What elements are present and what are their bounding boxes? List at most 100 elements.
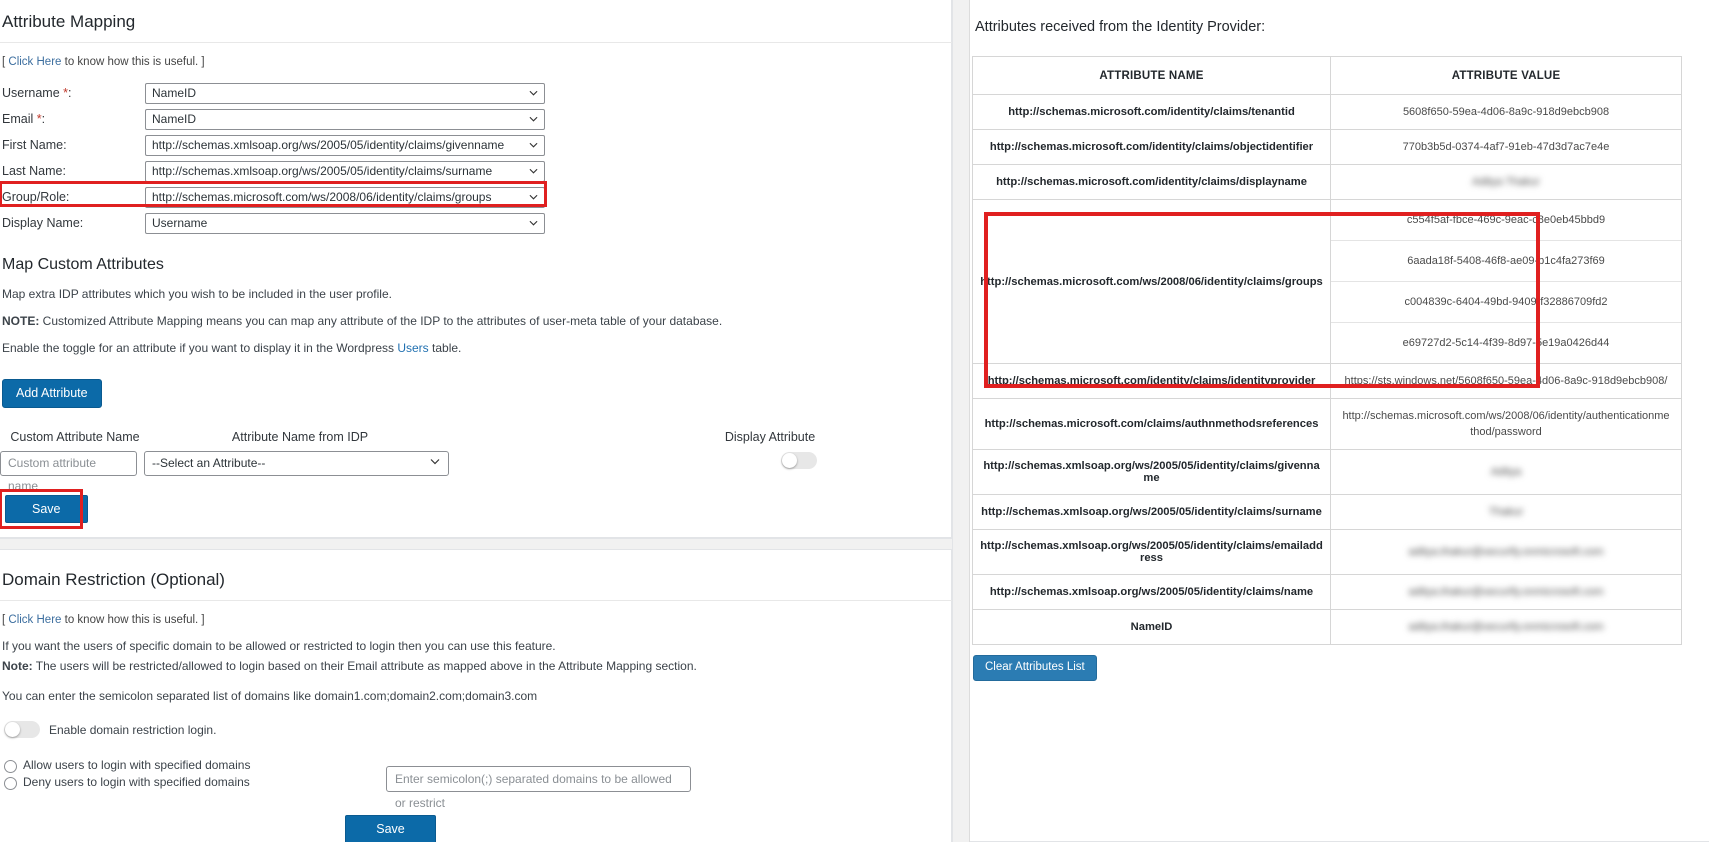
map-custom-attributes-title: Map Custom Attributes bbox=[2, 256, 164, 273]
display-attribute-toggle-wrap bbox=[781, 452, 817, 474]
label-first-name: First Name: bbox=[2, 138, 67, 152]
attribute-name-cell: http://schemas.microsoft.com/identity/cl… bbox=[972, 129, 1331, 165]
header-attribute-name-from-idp: Attribute Name from IDP bbox=[231, 429, 369, 444]
select-last-name-attribute[interactable]: http://schemas.xmlsoap.org/ws/2005/05/id… bbox=[145, 160, 545, 182]
label-email: Email *: bbox=[2, 112, 145, 126]
select-username-value: NameID bbox=[152, 85, 197, 100]
domain-restriction-help: [ Click Here to know how this is useful.… bbox=[0, 601, 951, 626]
domain-help-suffix: to know how this is useful. ] bbox=[61, 614, 205, 626]
attribute-name-cell: http://schemas.xmlsoap.org/ws/2005/05/id… bbox=[972, 529, 1331, 575]
select-idp-attribute-value: --Select an Attribute-- bbox=[152, 455, 266, 470]
chevron-down-icon bbox=[529, 219, 538, 228]
label-username: Username *: bbox=[2, 86, 145, 100]
attribute-mapping-save-button[interactable]: Save bbox=[5, 494, 88, 523]
domain-click-here-link[interactable]: Click Here bbox=[8, 614, 61, 626]
domain-restriction-title: Domain Restriction (Optional) bbox=[2, 570, 225, 589]
clear-attributes-list-button[interactable]: Clear Attributes List bbox=[973, 655, 1097, 681]
attribute-mapping-form: Username *: NameID Email *: NameID First… bbox=[0, 80, 951, 236]
radio-row-deny[interactable]: Deny users to login with specified domai… bbox=[0, 775, 380, 790]
radio-allow-domains[interactable] bbox=[4, 760, 17, 773]
form-row-username: Username *: NameID bbox=[0, 80, 951, 106]
domains-input[interactable]: Enter semicolon(;) separated domains to … bbox=[386, 766, 691, 810]
attribute-name-cell: http://schemas.microsoft.com/ws/2008/06/… bbox=[972, 199, 1331, 364]
chevron-down-icon bbox=[529, 89, 538, 98]
enable-domain-restriction-row: Enable domain restriction login. bbox=[4, 721, 951, 738]
toggle-knob bbox=[782, 453, 797, 468]
form-row-last-name: Last Name: http://schemas.xmlsoap.org/ws… bbox=[0, 158, 951, 184]
chevron-down-icon bbox=[529, 193, 538, 202]
attribute-name-cell: http://schemas.microsoft.com/identity/cl… bbox=[972, 164, 1331, 200]
domain-restriction-line1: If you want the users of specific domain… bbox=[2, 639, 556, 653]
select-username-attribute[interactable]: NameID bbox=[145, 82, 545, 104]
radio-deny-domains[interactable] bbox=[4, 777, 17, 790]
attribute-value-cell: Aditya Thakur bbox=[1330, 164, 1682, 200]
custom-attribute-table-header: Custom Attribute Name Attribute Name fro… bbox=[0, 430, 951, 444]
add-attribute-button[interactable]: Add Attribute bbox=[2, 379, 102, 408]
wordpress-users-link[interactable]: Users bbox=[397, 341, 428, 355]
select-display-name-value: Username bbox=[152, 215, 208, 230]
enable-domain-restriction-label: Enable domain restriction login. bbox=[49, 722, 217, 737]
label-last-name: Last Name: bbox=[2, 164, 66, 178]
enable-domain-restriction-toggle[interactable] bbox=[4, 721, 40, 738]
label-username-text: Username bbox=[2, 86, 60, 100]
idp-attributes-heading: Attributes received from the Identity Pr… bbox=[975, 19, 1266, 35]
select-email-attribute[interactable]: NameID bbox=[145, 108, 545, 130]
attribute-mapping-save-wrap: Save bbox=[0, 488, 88, 529]
map-custom-note: NOTE: Customized Attribute Mapping means… bbox=[2, 314, 951, 328]
column-header-attribute-name: ATTRIBUTE NAME bbox=[972, 56, 1331, 95]
settings-left-pane: Attribute Mapping [ Click Here to know h… bbox=[0, 0, 952, 842]
display-attribute-toggle[interactable] bbox=[781, 452, 817, 469]
table-row: http://schemas.microsoft.com/identity/cl… bbox=[972, 164, 1682, 200]
table-row: http://schemas.microsoft.com/identity/cl… bbox=[972, 129, 1682, 165]
select-email-value: NameID bbox=[152, 111, 197, 126]
attribute-name-cell: NameID bbox=[972, 609, 1331, 645]
table-header-row: ATTRIBUTE NAME ATTRIBUTE VALUE bbox=[972, 56, 1682, 95]
table-row: http://schemas.microsoft.com/identity/cl… bbox=[972, 94, 1682, 130]
chevron-down-icon bbox=[529, 167, 538, 176]
label-display-name: Display Name: bbox=[2, 216, 84, 230]
chevron-down-icon bbox=[430, 452, 440, 475]
select-last-name-value: http://schemas.xmlsoap.org/ws/2005/05/id… bbox=[152, 163, 493, 178]
domain-restriction-save-button[interactable]: Save bbox=[345, 815, 436, 842]
attribute-value-cell: aditya.thakur@xecurify.onmicrosoft.com bbox=[1330, 529, 1682, 575]
column-header-attribute-value: ATTRIBUTE VALUE bbox=[1330, 56, 1682, 95]
table-row-groups: http://schemas.microsoft.com/ws/2008/06/… bbox=[972, 199, 1682, 364]
section-gap bbox=[0, 538, 952, 550]
label-email-colon: : bbox=[41, 112, 46, 126]
custom-attribute-name-input[interactable]: Custom attribute name bbox=[0, 450, 137, 493]
table-row: http://schemas.microsoft.com/identity/cl… bbox=[972, 363, 1682, 399]
select-first-name-attribute[interactable]: http://schemas.xmlsoap.org/ws/2005/05/id… bbox=[145, 134, 545, 156]
group-value: c004839c-6404-49bd-9409-f32886709fd2 bbox=[1331, 282, 1681, 323]
select-group-role-attribute[interactable]: http://schemas.microsoft.com/ws/2008/06/… bbox=[145, 186, 545, 208]
chevron-down-icon bbox=[529, 141, 538, 150]
domain-note-bold: Note: bbox=[2, 659, 33, 673]
pane-divider bbox=[952, 0, 970, 842]
select-idp-attribute[interactable]: --Select an Attribute-- bbox=[144, 450, 449, 476]
radio-allow-label: Allow users to login with specified doma… bbox=[23, 758, 251, 772]
select-display-name-attribute[interactable]: Username bbox=[145, 212, 545, 234]
radio-row-allow[interactable]: Allow users to login with specified doma… bbox=[0, 758, 380, 773]
attribute-mapping-card: Attribute Mapping [ Click Here to know h… bbox=[0, 0, 952, 538]
toggle-note-pre: Enable the toggle for an attribute if yo… bbox=[2, 341, 398, 355]
table-row: http://schemas.xmlsoap.org/ws/2005/05/id… bbox=[972, 529, 1682, 575]
radio-deny-label: Deny users to login with specified domai… bbox=[23, 775, 250, 789]
table-row: NameID aditya.thakur@xecurify.onmicrosoft… bbox=[972, 609, 1682, 645]
table-row: http://schemas.microsoft.com/claims/auth… bbox=[972, 398, 1682, 450]
idp-attributes-pane: Attributes received from the Identity Pr… bbox=[970, 0, 1709, 842]
idp-attributes-table-body: http://schemas.microsoft.com/identity/cl… bbox=[972, 94, 1682, 645]
note-bold: NOTE: bbox=[2, 314, 40, 328]
attribute-value-cell: aditya.thakur@xecurify.onmicrosoft.com bbox=[1330, 574, 1682, 610]
attribute-mapping-click-here-link[interactable]: Click Here bbox=[8, 56, 61, 68]
help-suffix: to know how this is useful. ] bbox=[61, 56, 205, 68]
label-group-role: Group/Role: bbox=[2, 190, 70, 204]
idp-attributes-table: ATTRIBUTE NAME ATTRIBUTE VALUE http://sc… bbox=[972, 56, 1682, 645]
group-value: e69727d2-5c14-4f39-8d97-5e19a0426d44 bbox=[1402, 337, 1610, 349]
attribute-mapping-title: Attribute Mapping bbox=[2, 12, 136, 31]
attribute-value-cell: Aditya bbox=[1330, 449, 1682, 495]
attribute-value-cell: http://schemas.microsoft.com/ws/2008/06/… bbox=[1330, 398, 1682, 450]
form-row-first-name: First Name: http://schemas.xmlsoap.org/w… bbox=[0, 132, 951, 158]
attribute-value-cell-multi: c554f5af-fbce-469c-9eac-c8e0eb45bbd9 6aa… bbox=[1330, 199, 1682, 364]
group-value: c554f5af-fbce-469c-9eac-c8e0eb45bbd9 bbox=[1331, 200, 1681, 241]
attribute-value-cell: 770b3b5d-0374-4af7-91eb-47d3d7ac7e4e bbox=[1330, 129, 1682, 165]
chevron-down-icon bbox=[529, 115, 538, 124]
